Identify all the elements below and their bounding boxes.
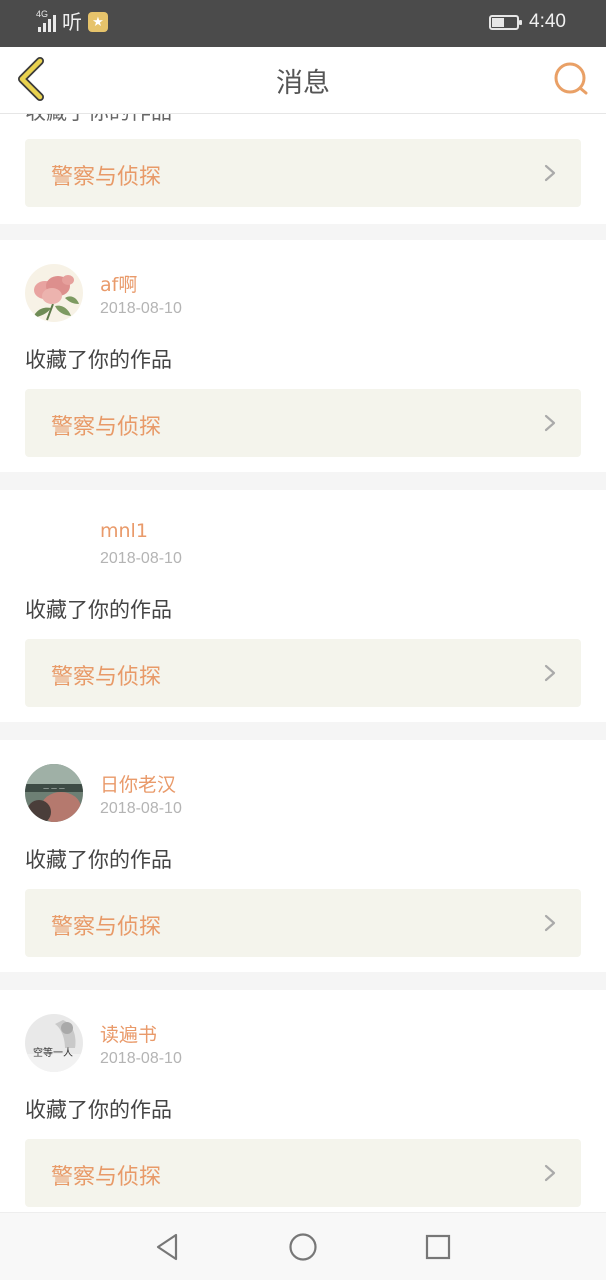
status-left: 4G 听 ★ xyxy=(36,9,108,34)
status-right: 4:40 xyxy=(489,11,566,33)
avatar[interactable] xyxy=(25,514,83,572)
triangle-back-icon xyxy=(156,1233,178,1261)
message-date: 2018-08-10 xyxy=(100,300,182,317)
search-icon xyxy=(554,62,588,95)
message-card: mnl1 2018-08-10 收藏了你的作品 警察与侦探 xyxy=(0,490,606,722)
message-date: 2018-08-10 xyxy=(100,1050,182,1067)
work-title: 警察与侦探 xyxy=(51,915,162,940)
flower-avatar-image xyxy=(33,275,79,321)
message-action-text: 收藏了你的作品 xyxy=(25,848,172,872)
circle-home-icon xyxy=(289,1233,317,1261)
message-action-text: 收藏了你的作品 xyxy=(25,598,172,622)
chevron-right-icon xyxy=(544,1164,556,1182)
top-nav-bar: 消息 xyxy=(0,47,606,114)
message-date: 2018-08-10 xyxy=(100,550,182,567)
message-date: 2018-08-10 xyxy=(100,800,182,817)
chevron-right-icon xyxy=(544,414,556,432)
page-title: 消息 xyxy=(276,68,330,99)
username[interactable]: mnl1 xyxy=(100,520,148,542)
battery-level xyxy=(492,17,504,27)
avatar-caption: 空等一人 xyxy=(33,1046,73,1059)
photo-avatar-image: — — — xyxy=(25,764,83,822)
username[interactable]: 日你老汉 xyxy=(100,770,176,797)
ting-app-icon: 听 xyxy=(62,10,82,34)
avatar[interactable] xyxy=(25,264,83,322)
star-app-icon: ★ xyxy=(88,12,108,32)
chevron-right-icon xyxy=(544,164,556,182)
battery-icon xyxy=(489,14,523,30)
message-card: af啊 2018-08-10 收藏了你的作品 警察与侦探 xyxy=(0,240,606,472)
chevron-right-icon xyxy=(544,914,556,932)
system-nav-bar xyxy=(0,1212,606,1280)
status-bar: 4G 听 ★ 4:40 xyxy=(0,0,606,47)
square-recents-icon xyxy=(425,1234,451,1260)
signal-icon: 4G xyxy=(36,9,56,32)
search-button[interactable] xyxy=(552,59,592,99)
message-card-partial: 收藏了你的作品 警察与侦探 xyxy=(0,114,606,224)
work-title: 警察与侦探 xyxy=(51,1165,162,1190)
work-title: 警察与侦探 xyxy=(51,415,162,440)
message-card: — — — 日你老汉 2018-08-10 收藏了你的作品 警察与侦探 xyxy=(0,740,606,972)
system-recents-button[interactable] xyxy=(422,1231,454,1263)
chevron-right-icon xyxy=(544,664,556,682)
work-title: 警察与侦探 xyxy=(51,665,162,690)
svg-text:— — —: — — — xyxy=(43,785,65,792)
message-action-text: 收藏了你的作品 xyxy=(25,1098,172,1122)
work-link[interactable]: 警察与侦探 xyxy=(25,1139,581,1207)
sketch-avatar-image: 空等一人 xyxy=(25,1014,83,1072)
work-link[interactable]: 警察与侦探 xyxy=(25,139,581,207)
username[interactable]: 读遍书 xyxy=(100,1020,157,1047)
system-home-button[interactable] xyxy=(287,1231,319,1263)
username[interactable]: af啊 xyxy=(100,270,137,297)
work-title: 警察与侦探 xyxy=(51,165,162,190)
app-screen: 4G 听 ★ 4:40 消息 警察与侦探 af啊 2018-08-10 收藏了你… xyxy=(0,0,606,1280)
work-link[interactable]: 警察与侦探 xyxy=(25,639,581,707)
avatar[interactable]: — — — xyxy=(25,764,83,822)
network-type: 4G xyxy=(36,9,49,19)
clock: 4:40 xyxy=(529,11,566,32)
message-action-text: 收藏了你的作品 xyxy=(25,114,172,126)
message-list: 收藏了你的作品 警察与侦探 xyxy=(0,114,606,1212)
avatar[interactable]: 空等一人 xyxy=(25,1014,83,1072)
system-back-button[interactable] xyxy=(152,1231,184,1263)
message-card: 空等一人 读遍书 2018-08-10 收藏了你的作品 警察与侦探 xyxy=(0,990,606,1212)
work-link[interactable]: 警察与侦探 xyxy=(25,389,581,457)
work-link[interactable]: 警察与侦探 xyxy=(25,889,581,957)
message-action-text: 收藏了你的作品 xyxy=(25,348,172,372)
